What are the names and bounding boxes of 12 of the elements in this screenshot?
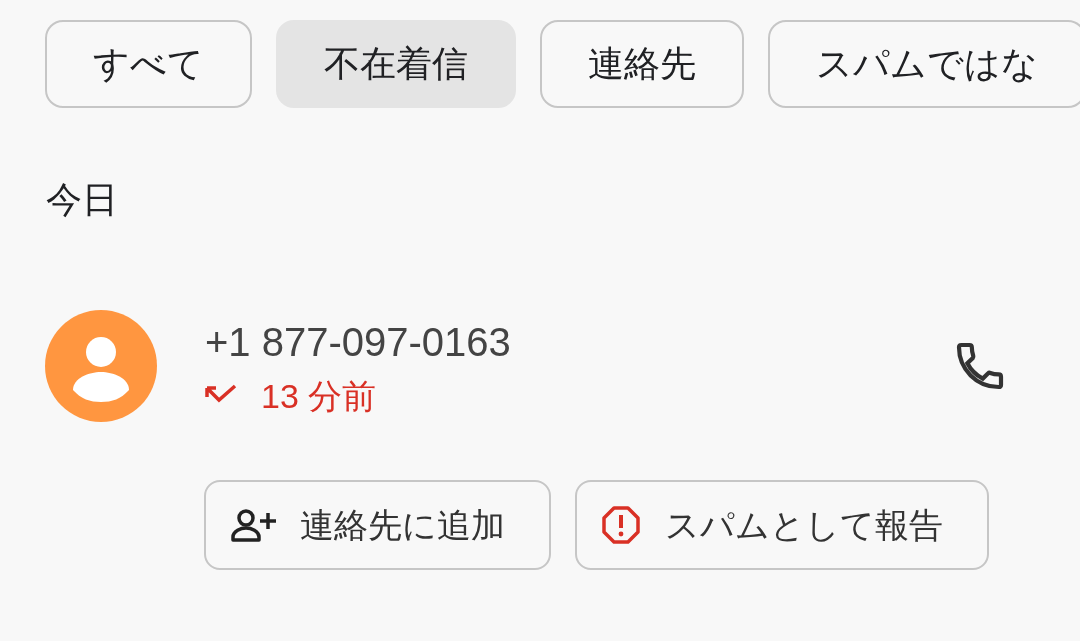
add-contact-button[interactable]: 連絡先に追加	[204, 480, 551, 570]
phone-number: +1 877-097-0163	[205, 319, 512, 366]
section-header: 今日	[46, 179, 118, 220]
warning-icon	[601, 505, 641, 545]
person-add-icon	[230, 507, 276, 543]
call-time: 13 分前	[261, 376, 377, 417]
filter-chip[interactable]: すべて	[45, 20, 252, 108]
filter-chip[interactable]: 不在着信	[276, 20, 516, 108]
filter-chip[interactable]: 連絡先	[540, 20, 744, 108]
filter-chip[interactable]: スパムではな	[768, 20, 1080, 108]
avatar-icon	[45, 310, 157, 422]
report-spam-button[interactable]: スパムとして報告	[575, 480, 989, 570]
